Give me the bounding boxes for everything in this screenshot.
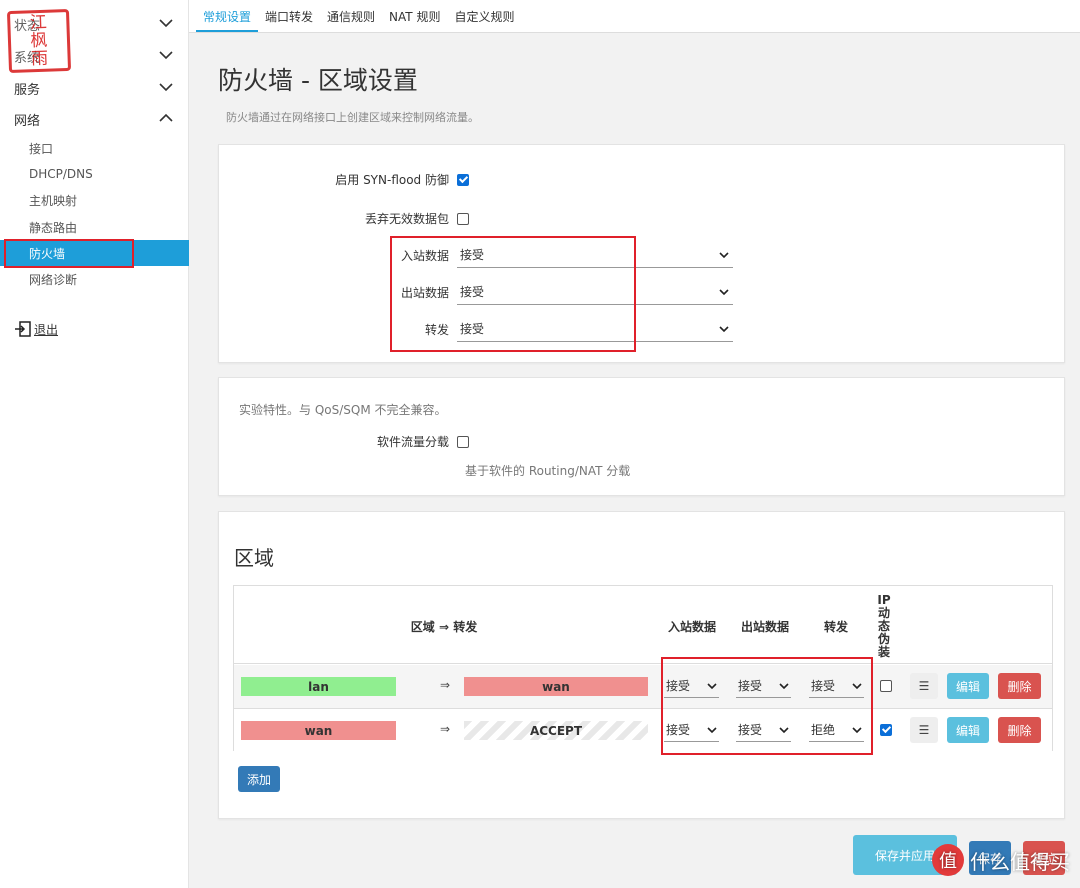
column-header-input: 入站数据 [667, 620, 716, 634]
sidebar-item-network[interactable]: 网络 [0, 106, 189, 132]
chevron-down-icon [159, 19, 173, 28]
tab-label: 端口转发 [265, 10, 314, 24]
sidebar-subitem-label: 接口 [29, 141, 54, 156]
general-settings-card: 启用 SYN-flood 防御 丢弃无效数据包 入站数据 接受 出站数据 接受 … [218, 144, 1065, 363]
logout-label: 退出 [34, 322, 59, 337]
column-header-zone-forward: 区域 ⇒ 转发 [410, 620, 478, 634]
watermark-text: 什么值得买 [970, 849, 1070, 874]
offload-card: 实验特性。与 QoS/SQM 不完全兼容。 软件流量分载 基于软件的 Routi… [218, 377, 1065, 496]
delete-button[interactable]: 删除 [998, 673, 1041, 699]
drag-handle-icon[interactable]: ☰ [910, 717, 938, 743]
table-row: lan ⇒ wan 接受 接受 接受 ☰ 编辑 删除 [234, 665, 1052, 708]
tab-custom-rules[interactable]: 自定义规则 [447, 0, 521, 32]
table-row: wan ⇒ ACCEPT 接受 接受 拒绝 ☰ 编辑 删除 [234, 708, 1052, 751]
seal-stamp: 江枫雨 [6, 8, 72, 74]
offload-note: 实验特性。与 QoS/SQM 不完全兼容。 [239, 403, 447, 417]
tab-bar: 常规设置 端口转发 通信规则 NAT 规则 自定义规则 [189, 0, 1080, 33]
forward-arrow: ⇒ [440, 678, 451, 692]
sidebar-subitem-static-routes[interactable]: 静态路由 [0, 214, 189, 240]
sidebar-subitem-interfaces[interactable]: 接口 [0, 135, 189, 161]
sidebar: 状态 系统 服务 网络 接口 DHCP/DNS 主机映射 静态路由 防火墙 网络… [0, 0, 189, 888]
syn-flood-checkbox[interactable] [457, 173, 469, 186]
edit-button[interactable]: 编辑 [947, 673, 989, 699]
drop-invalid-checkbox[interactable] [457, 212, 469, 225]
watermark-logo-icon: 值 [932, 844, 964, 876]
offload-checkbox[interactable] [457, 435, 469, 448]
offload-row: 软件流量分载 [219, 433, 469, 450]
zone-badge-lan: lan [241, 677, 396, 696]
highlight-box-policies [390, 236, 636, 352]
highlight-box-firewall [4, 239, 134, 268]
sidebar-subitem-label: 静态路由 [29, 220, 78, 235]
tab-label: 常规设置 [203, 10, 252, 24]
offload-hint: 基于软件的 Routing/NAT 分载 [465, 464, 631, 478]
drop-invalid-row: 丢弃无效数据包 [219, 210, 469, 227]
chevron-down-icon [159, 83, 173, 92]
column-header-output: 出站数据 [740, 620, 789, 634]
column-header-forward: 转发 [823, 620, 848, 634]
sidebar-item-services[interactable]: 服务 [0, 75, 189, 101]
sidebar-item-label: 服务 [14, 82, 41, 98]
offload-label: 软件流量分载 [376, 435, 449, 449]
sidebar-subitem-label: 主机映射 [29, 193, 78, 208]
table-header: 区域 ⇒ 转发 入站数据 出站数据 转发 IP 动态伪装 [234, 586, 1052, 664]
logout-link[interactable]: 退出 [14, 320, 58, 338]
chevron-down-icon [719, 252, 729, 259]
main-content: 防火墙 - 区域设置 防火墙通过在网络接口上创建区域来控制网络流量。 启用 SY… [189, 33, 1080, 888]
sidebar-subitem-hostnames[interactable]: 主机映射 [0, 187, 189, 213]
highlight-box-zone-policies [661, 657, 873, 755]
forward-arrow: ⇒ [440, 722, 451, 736]
edit-button[interactable]: 编辑 [947, 717, 989, 743]
chevron-down-icon [719, 326, 729, 333]
tab-port-forwards[interactable]: 端口转发 [258, 0, 320, 32]
tab-label: NAT 规则 [389, 10, 441, 24]
zones-table: 区域 ⇒ 转发 入站数据 出站数据 转发 IP 动态伪装 lan ⇒ wan 接… [233, 585, 1053, 751]
page-description: 防火墙通过在网络接口上创建区域来控制网络流量。 [226, 111, 479, 124]
drag-handle-icon[interactable]: ☰ [910, 673, 938, 699]
sidebar-subitem-label: DHCP/DNS [29, 167, 93, 181]
zones-title: 区域 [234, 546, 274, 570]
masquerade-checkbox[interactable] [880, 680, 892, 692]
zone-badge-target: ACCEPT [464, 721, 648, 740]
watermark: 值 什么值得买 [932, 844, 1070, 876]
tab-traffic-rules[interactable]: 通信规则 [320, 0, 382, 32]
sidebar-subitem-diagnostics[interactable]: 网络诊断 [0, 266, 189, 292]
chevron-up-icon [159, 113, 173, 122]
zone-badge-wan: wan [241, 721, 396, 740]
delete-button[interactable]: 删除 [998, 717, 1041, 743]
tab-nat-rules[interactable]: NAT 规则 [382, 0, 447, 32]
masquerade-checkbox[interactable] [880, 724, 892, 736]
logout-icon [15, 321, 31, 337]
syn-flood-label: 启用 SYN-flood 防御 [335, 173, 449, 187]
page-title: 防火墙 - 区域设置 [218, 66, 418, 95]
tab-general-settings[interactable]: 常规设置 [196, 0, 259, 32]
chevron-down-icon [159, 51, 173, 60]
zones-card: 区域 区域 ⇒ 转发 入站数据 出站数据 转发 IP 动态伪装 lan ⇒ wa… [218, 511, 1065, 819]
add-zone-button[interactable]: 添加 [238, 766, 280, 792]
chevron-down-icon [719, 289, 729, 296]
tab-label: 通信规则 [327, 10, 376, 24]
syn-flood-row: 启用 SYN-flood 防御 [219, 171, 469, 188]
tab-label: 自定义规则 [454, 10, 515, 24]
drop-invalid-label: 丢弃无效数据包 [364, 212, 449, 226]
column-header-masquerading: IP 动态伪装 [877, 593, 891, 659]
zone-badge-target: wan [464, 677, 648, 696]
sidebar-subitem-label: 网络诊断 [29, 272, 78, 287]
sidebar-subitem-dhcp-dns[interactable]: DHCP/DNS [0, 161, 189, 187]
sidebar-item-label: 网络 [14, 113, 41, 129]
